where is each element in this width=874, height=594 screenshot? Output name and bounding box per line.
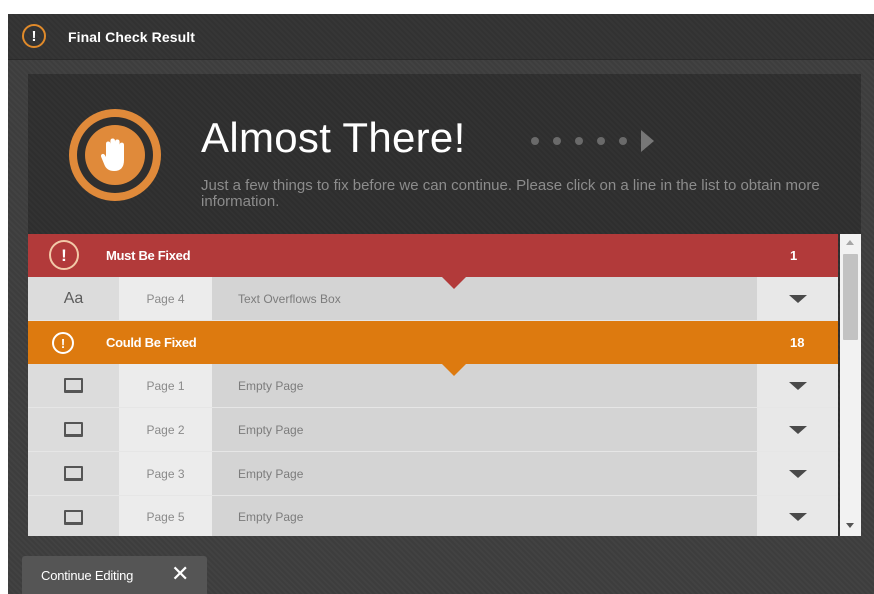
scroll-up-icon[interactable] xyxy=(846,240,854,245)
dialog-titlebar: ! Final Check Result xyxy=(8,14,874,60)
list-item[interactable]: Page 3 Empty Page xyxy=(28,452,838,496)
chevron-down-icon xyxy=(788,425,807,434)
category-count: 18 xyxy=(790,335,805,350)
item-issue: Empty Page xyxy=(212,364,757,407)
hero-title: Almost There! xyxy=(201,114,466,161)
chevron-down-icon xyxy=(788,294,807,303)
expand-button[interactable] xyxy=(757,277,838,320)
expand-button[interactable] xyxy=(757,496,838,536)
scroll-down-icon[interactable] xyxy=(846,523,854,528)
category-could-be-fixed[interactable]: ! Could Be Fixed 18 xyxy=(28,321,838,376)
chevron-down-icon xyxy=(788,381,807,390)
dialog-content: Almost There! Just a few things to fix b… xyxy=(28,74,861,536)
arrow-right-icon xyxy=(641,130,654,152)
text-aa-icon: Aa xyxy=(28,277,119,320)
item-issue: Empty Page xyxy=(212,496,757,536)
issue-list: ! Must Be Fixed 1 Aa Page 4 Text Overflo… xyxy=(28,234,838,536)
close-icon: ✕ xyxy=(171,561,190,586)
continue-editing-label: Continue Editing xyxy=(41,567,134,583)
expand-button[interactable] xyxy=(757,364,838,407)
expand-button[interactable] xyxy=(757,408,838,451)
page-icon xyxy=(28,496,119,536)
exclamation-circle-icon: ! xyxy=(22,24,46,48)
final-check-dialog: ! Final Check Result Almost There! Just … xyxy=(8,14,874,594)
page-icon xyxy=(28,364,119,407)
page-icon xyxy=(28,452,119,495)
dialog-title: Final Check Result xyxy=(68,29,196,45)
continue-editing-button[interactable]: Continue Editing ✕ xyxy=(22,556,207,594)
category-must-be-fixed[interactable]: ! Must Be Fixed 1 xyxy=(28,234,838,289)
item-page: Page 1 xyxy=(119,364,212,407)
exclamation-circle-icon: ! xyxy=(52,332,74,354)
list-item[interactable]: Page 5 Empty Page xyxy=(28,496,838,536)
hand-stop-icon xyxy=(69,109,161,201)
item-issue: Empty Page xyxy=(212,452,757,495)
item-page: Page 4 xyxy=(119,277,212,320)
list-scrollbar[interactable] xyxy=(840,234,861,536)
chevron-down-icon xyxy=(788,513,807,521)
item-page: Page 3 xyxy=(119,452,212,495)
pointer-icon xyxy=(442,364,466,376)
item-page: Page 5 xyxy=(119,496,212,536)
item-issue: Text Overflows Box xyxy=(212,277,757,320)
chevron-down-icon xyxy=(788,469,807,478)
pointer-icon xyxy=(442,277,466,289)
category-count: 1 xyxy=(790,248,798,263)
hero-subtitle: Just a few things to fix before we can c… xyxy=(201,177,820,210)
page-icon xyxy=(28,408,119,451)
scroll-thumb[interactable] xyxy=(843,254,858,340)
item-issue: Empty Page xyxy=(212,408,757,451)
category-label: Could Be Fixed xyxy=(106,335,197,350)
expand-button[interactable] xyxy=(757,452,838,495)
progress-dots xyxy=(531,130,654,152)
list-item[interactable]: Page 1 Empty Page xyxy=(28,364,838,408)
item-page: Page 2 xyxy=(119,408,212,451)
list-item[interactable]: Page 2 Empty Page xyxy=(28,408,838,452)
exclamation-circle-icon: ! xyxy=(49,240,79,270)
category-label: Must Be Fixed xyxy=(106,248,191,263)
list-item[interactable]: Aa Page 4 Text Overflows Box xyxy=(28,277,838,321)
